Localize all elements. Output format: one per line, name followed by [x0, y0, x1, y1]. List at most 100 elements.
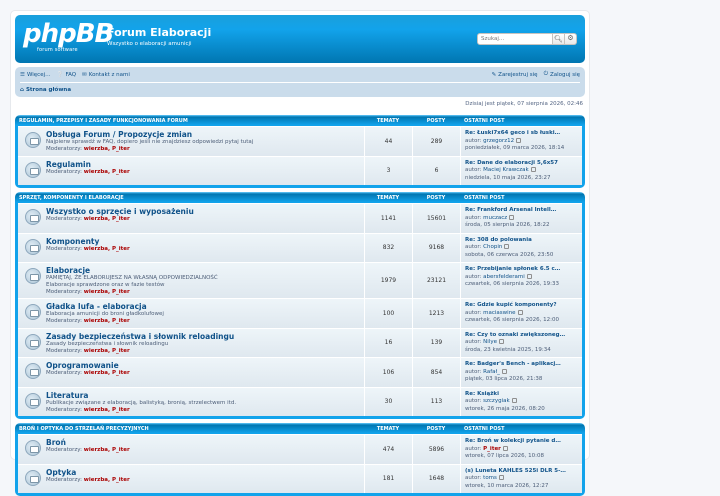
last-post-date: sobota, 06 czerwca 2026, 23:50 — [465, 251, 554, 258]
last-post-author[interactable]: Maciej Krawczak — [483, 167, 529, 173]
current-date: Dzisiaj jest piątek, 07 sierpnia 2026, 0… — [465, 101, 583, 107]
last-post-author[interactable]: Nilye — [483, 339, 497, 345]
search-button[interactable]: 🔍︎ — [553, 33, 565, 45]
last-post-title[interactable]: Re: Łuski7x64 geco i sb łuski… — [465, 130, 578, 138]
last-post-title[interactable]: Re: Książki — [465, 391, 578, 399]
power-icon: ⏻ — [543, 71, 548, 77]
last-post-title[interactable]: Re: Dane do elaboracji 5,6x57 — [465, 160, 578, 168]
login-label: Zaloguj się — [549, 71, 580, 78]
question-icon: ❔ — [56, 71, 64, 78]
moderators-label: Moderatorzy: — [46, 476, 82, 483]
topics-count: 474 — [364, 435, 412, 464]
forum-row: Wszystko o sprzęcie i wyposażeniu Modera… — [18, 203, 582, 233]
view-latest-post-icon[interactable] — [501, 368, 507, 374]
forum-info: Wszystko o sprzęcie i wyposażeniu Modera… — [18, 204, 364, 233]
view-latest-post-icon[interactable] — [504, 244, 510, 249]
moderator-links[interactable]: wierzba, P_iter — [84, 447, 130, 453]
last-post-author[interactable]: maciaswine — [483, 310, 515, 316]
forum-info: Optyka Moderatorzy: wierzba, P_iter — [18, 465, 364, 494]
login-link[interactable]: ⏻ Zaloguj się — [544, 71, 580, 78]
search-input[interactable] — [477, 33, 553, 45]
forum-title[interactable]: Elaboracje — [46, 266, 218, 275]
last-post-author[interactable]: muczacz — [483, 215, 507, 221]
last-post: Re: Książki autor: szczygiak wtorek, 26 … — [460, 387, 582, 416]
moderators-label: Moderatorzy: — [46, 347, 82, 354]
advanced-search-button[interactable]: ⚙ — [565, 33, 577, 45]
last-post: Re: Gdzie kupić komponenty? autor: macia… — [460, 299, 582, 328]
search-icon: 🔍︎ — [554, 35, 563, 43]
topics-count: 100 — [364, 299, 412, 328]
last-post-title[interactable]: Re: Czy to oznaki zwiększoneg… — [465, 332, 578, 340]
moderators-label: Moderatorzy: — [46, 447, 82, 453]
view-latest-post-icon[interactable] — [509, 214, 515, 220]
forum-title[interactable]: Komponenty — [46, 237, 130, 246]
last-post-author[interactable]: toms — [483, 475, 497, 481]
quick-links-menu[interactable]: ☰ Więcej… — [20, 72, 51, 78]
forum-description: Elaboracje sprawdzone oraz w fazie testó… — [46, 282, 165, 288]
view-latest-post-icon[interactable] — [530, 167, 536, 172]
forum-title[interactable]: Literatura — [46, 391, 236, 400]
last-post-date: czwartek, 06 sierpnia 2026, 19:33 — [465, 281, 560, 287]
forum-row: Broń Moderatorzy: wierzba, P_iter 474 58… — [18, 434, 582, 464]
site-title[interactable]: Forum Elaboracji — [107, 26, 211, 39]
contact-link[interactable]: ✉ Kontakt z nami — [82, 72, 130, 78]
moderator-links[interactable]: wierzba, P_iter — [84, 318, 130, 324]
last-post-title[interactable]: Re: 308 do polowania — [465, 237, 578, 245]
moderator-links[interactable]: wierzba, P_iter — [84, 146, 130, 152]
moderator-links[interactable]: wierzba, P_iter — [84, 407, 130, 413]
forum-description: Najpierw sprawdź w FAQ, dopiero jeśli ni… — [46, 139, 254, 145]
register-link[interactable]: ✎ Zarejestruj się — [492, 71, 538, 78]
category-title[interactable]: BROŃ I OPTYKA DO STRZELAŃ PRECYZYJNYCH — [18, 426, 364, 432]
view-latest-post-icon[interactable] — [517, 309, 523, 315]
forum-info: Komponenty Moderatorzy: wierzba, P_iter — [18, 234, 364, 263]
last-post-author-label: autor: — [465, 398, 482, 404]
view-latest-post-icon[interactable] — [516, 137, 522, 143]
view-latest-post-icon[interactable] — [511, 398, 517, 403]
last-post-author-label: autor: — [465, 339, 482, 345]
faq-link[interactable]: ❔ FAQ — [57, 72, 77, 78]
moderator-links[interactable]: wierzba, P_iter — [84, 370, 130, 376]
forum-title[interactable]: Zasady bezpieczeństwa i słownik reloadin… — [46, 332, 234, 341]
last-post-author[interactable]: szczygiak — [483, 398, 510, 404]
forum-moderators: Moderatorzy: wierzba, P_iter — [46, 246, 130, 252]
forum-title[interactable]: Oprogramowanie — [46, 361, 130, 370]
forum-title[interactable]: Optyka — [46, 468, 130, 477]
last-post-title[interactable]: Re: Frankford Arsenal Intell… — [465, 207, 578, 215]
last-post-author[interactable]: abersfelderami — [483, 274, 525, 280]
last-post-title[interactable]: Re: Gdzie kupić komponenty? — [465, 302, 578, 310]
last-post-author[interactable]: P_iter — [483, 446, 501, 452]
breadcrumb-home[interactable]: ⌂ Strona główna — [20, 87, 71, 93]
view-latest-post-icon[interactable] — [498, 475, 504, 480]
last-post-date: wtorek, 07 lipca 2026, 10:08 — [465, 453, 545, 459]
category-title[interactable]: REGULAMIN, PRZEPISY I ZASADY FUNKCJONOWA… — [18, 118, 364, 124]
moderator-links[interactable]: wierzba, P_iter — [84, 169, 130, 175]
forum-title[interactable]: Regulamin — [46, 160, 130, 169]
moderator-links[interactable]: wierzba, P_iter — [84, 348, 130, 354]
last-post-title[interactable]: Re: Broń w kolekcji pytanie d… — [465, 438, 578, 446]
category-title[interactable]: SPRZĘT, KOMPONENTY I ELABORACJE — [18, 195, 364, 201]
last-post-author[interactable]: Rafał_ — [483, 369, 500, 375]
view-latest-post-icon[interactable] — [526, 273, 532, 279]
view-latest-post-icon[interactable] — [498, 339, 504, 344]
moderator-links[interactable]: wierzba, P_iter — [84, 246, 130, 252]
forum-moderators: Moderatorzy: wierzba, P_iter — [46, 289, 218, 295]
forum-title[interactable]: Gładka lufa - elaboracja — [46, 302, 164, 311]
forum-title[interactable]: Obsługa Forum / Propozycje zmian — [46, 130, 253, 139]
moderator-links[interactable]: wierzba, P_iter — [84, 289, 130, 295]
forum-title[interactable]: Broń — [46, 438, 130, 447]
last-post-title[interactable]: Re: Badger's Bench - aplikacj… — [465, 361, 578, 369]
last-post-title[interactable]: (s) Luneta KAHLES 525i DLR 5-… — [465, 468, 578, 476]
site-logo[interactable]: phpBB forum software — [23, 20, 114, 58]
last-post: Re: Dane do elaboracji 5,6x57 autor: Mac… — [460, 156, 582, 185]
last-post-author[interactable]: grzegorz12 — [483, 138, 514, 144]
moderator-links[interactable]: wierzba, P_iter — [84, 477, 130, 483]
forum-moderators: Moderatorzy: wierzba, P_iter — [46, 348, 234, 354]
forum-row: Oprogramowanie Moderatorzy: wierzba, P_i… — [18, 357, 582, 387]
last-post-author[interactable]: Chopin — [483, 244, 502, 250]
forum-title[interactable]: Wszystko o sprzęcie i wyposażeniu — [46, 207, 194, 216]
forum-moderators: Moderatorzy: wierzba, P_iter — [46, 447, 130, 453]
last-post-date: czwartek, 06 sierpnia 2026, 12:00 — [465, 317, 560, 323]
forum-moderators: Moderatorzy: wierzba, P_iter — [46, 370, 130, 376]
moderator-links[interactable]: wierzba, P_iter — [84, 216, 130, 222]
last-post-title[interactable]: Re: Przebijanie spłonek 6.5 c… — [465, 266, 578, 274]
